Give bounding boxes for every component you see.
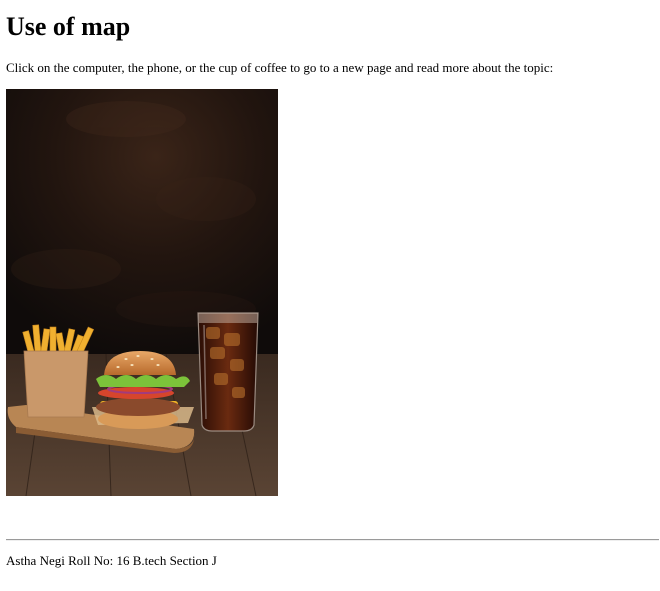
page-title: Use of map bbox=[6, 12, 131, 41]
cola-glass-hotspot[interactable] bbox=[197, 312, 259, 432]
image-map-photo[interactable] bbox=[6, 89, 278, 496]
intro-text: Click on the computer, the phone, or the… bbox=[6, 60, 554, 75]
fries-box bbox=[23, 350, 89, 418]
cola-glass-rim bbox=[198, 313, 258, 323]
page: Use of map Click on the computer, the ph… bbox=[0, 0, 660, 591]
burger-patty bbox=[96, 398, 180, 416]
footer-text: Astha Negi Roll No: 16 B.tech Section J bbox=[6, 553, 217, 568]
horizontal-divider bbox=[6, 539, 659, 541]
